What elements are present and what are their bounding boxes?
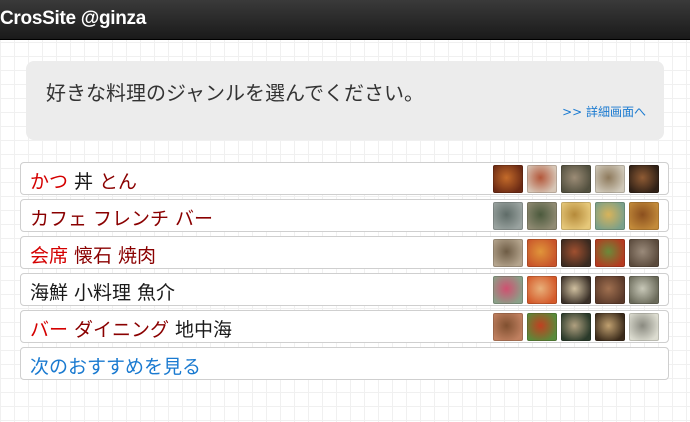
genre-label: かつ	[30, 171, 69, 193]
food-thumbnail	[493, 165, 523, 193]
thumbnail-strip	[489, 276, 659, 304]
genre-label: バー	[175, 208, 214, 230]
detail-screen-link[interactable]: >> 詳細画面へ	[562, 103, 646, 120]
genre-labels: かつ丼とん	[30, 167, 137, 194]
food-thumbnail	[595, 165, 625, 193]
food-thumbnail	[561, 276, 591, 304]
genre-list: かつ丼とん カフェ フレンチ バー 会席 懐石 焼肉 海鮮 小料理 魚介 バー ダイニング 地中…	[20, 162, 669, 384]
thumbnail-strip	[489, 202, 659, 230]
food-thumbnail	[527, 239, 557, 267]
food-thumbnail	[595, 239, 625, 267]
genre-row-bar[interactable]: バー ダイニング 地中海	[20, 310, 669, 343]
genre-labels: バー ダイニング 地中海	[30, 315, 232, 342]
food-thumbnail	[629, 239, 659, 267]
genre-label: とん	[99, 171, 138, 193]
genre-label: 海鮮	[30, 282, 69, 304]
app-header: CrosSite @ginza	[0, 0, 690, 40]
thumbnail-strip	[489, 313, 659, 341]
genre-label: バー	[30, 319, 69, 341]
food-thumbnail	[561, 239, 591, 267]
food-thumbnail	[493, 276, 523, 304]
food-thumbnail	[595, 276, 625, 304]
genre-label: フレンチ	[93, 208, 170, 230]
genre-labels: 海鮮 小料理 魚介	[30, 278, 175, 305]
food-thumbnail	[493, 239, 523, 267]
prompt-text: 好きな料理のジャンルを選んでください。	[46, 81, 424, 105]
food-thumbnail	[527, 276, 557, 304]
app-title: CrosSite @ginza	[0, 8, 146, 29]
food-thumbnail	[595, 313, 625, 341]
food-thumbnail	[595, 202, 625, 230]
genre-row-seafood[interactable]: 海鮮 小料理 魚介	[20, 273, 669, 306]
genre-label: 丼	[74, 171, 94, 193]
food-thumbnail	[493, 313, 523, 341]
genre-labels: 会席 懐石 焼肉	[30, 241, 156, 268]
genre-label: 焼肉	[118, 245, 157, 267]
food-thumbnail	[527, 313, 557, 341]
genre-label: カフェ	[30, 208, 88, 230]
genre-label: 懐石	[74, 245, 113, 267]
thumbnail-strip	[489, 165, 659, 193]
thumbnail-strip	[489, 239, 659, 267]
food-thumbnail	[527, 202, 557, 230]
genre-label: 小料理	[74, 282, 132, 304]
genre-row-kaiseki[interactable]: 会席 懐石 焼肉	[20, 236, 669, 269]
genre-label: 地中海	[175, 319, 233, 341]
next-recommendations-button[interactable]: 次のおすすめを見る	[20, 347, 669, 380]
food-thumbnail	[629, 276, 659, 304]
genre-labels: カフェ フレンチ バー	[30, 204, 213, 231]
food-thumbnail	[561, 313, 591, 341]
genre-label: 会席	[30, 245, 69, 267]
genre-label: ダイニング	[74, 319, 170, 341]
genre-row-katsu[interactable]: かつ丼とん	[20, 162, 669, 195]
next-recommendations-label: 次のおすすめを見る	[30, 356, 202, 378]
food-thumbnail	[493, 202, 523, 230]
food-thumbnail	[629, 202, 659, 230]
food-thumbnail	[561, 202, 591, 230]
genre-row-cafe[interactable]: カフェ フレンチ バー	[20, 199, 669, 232]
genre-label: 魚介	[137, 282, 176, 304]
prompt-box: 好きな料理のジャンルを選んでください。 >> 詳細画面へ	[26, 61, 664, 140]
food-thumbnail	[527, 165, 557, 193]
food-thumbnail	[561, 165, 591, 193]
food-thumbnail	[629, 313, 659, 341]
food-thumbnail	[629, 165, 659, 193]
